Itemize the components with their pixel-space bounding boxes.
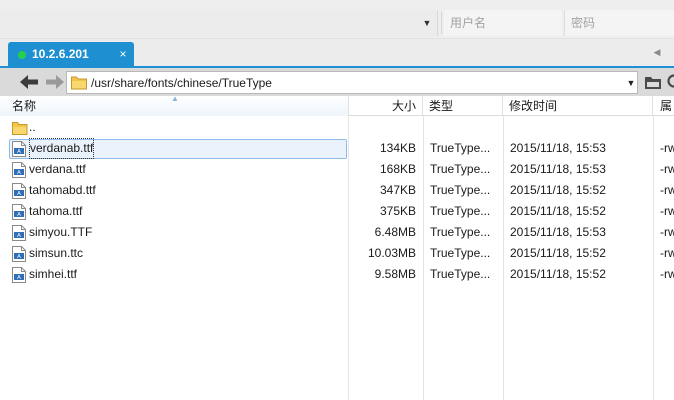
session-tab-label: 10.2.6.201: [32, 47, 89, 61]
file-row[interactable]: A tahomabd.ttf 347KB TrueType... 2015/11…: [0, 180, 674, 201]
file-modified-time: 2015/11/18, 15:53: [510, 225, 606, 239]
folder-open-icon[interactable]: [644, 74, 662, 90]
connected-status-icon: [18, 51, 26, 59]
font-file-icon: A: [12, 267, 26, 283]
file-name: tahomabd.ttf: [29, 183, 96, 197]
file-modified-time: 2015/11/18, 15:52: [510, 246, 606, 260]
file-type: TrueType...: [430, 141, 491, 155]
file-row[interactable]: A tahoma.ttf 375KB TrueType... 2015/11/1…: [0, 201, 674, 222]
host-dropdown-arrow-icon[interactable]: ▼: [420, 13, 434, 33]
file-attributes: -rw: [660, 267, 674, 281]
svg-text:A: A: [17, 170, 21, 176]
username-input[interactable]: 用户名: [444, 10, 562, 36]
svg-text:A: A: [17, 212, 21, 218]
column-header-attributes[interactable]: 属性: [653, 96, 674, 133]
close-tab-icon[interactable]: ×: [116, 42, 130, 67]
session-tab-strip: 10.2.6.201 × ◀: [0, 38, 674, 67]
host-input[interactable]: [0, 10, 438, 36]
path-input[interactable]: /usr/share/fonts/chinese/TrueType ▼: [66, 71, 638, 94]
file-type: TrueType...: [430, 204, 491, 218]
font-file-icon: A: [12, 162, 26, 178]
file-name: verdana.ttf: [29, 162, 86, 176]
file-attributes: -rw: [660, 204, 674, 218]
font-file-icon: A: [12, 183, 26, 199]
font-file-icon: A: [12, 204, 26, 220]
file-size: 347KB: [379, 183, 416, 197]
file-attributes: -rw: [660, 141, 674, 155]
file-type: TrueType...: [430, 183, 491, 197]
file-size: 168KB: [379, 162, 416, 176]
file-name: verdanab.ttf: [29, 138, 95, 159]
current-path-text: /usr/share/fonts/chinese/TrueType: [91, 76, 272, 90]
svg-text:A: A: [17, 275, 21, 281]
file-name: ..: [29, 120, 36, 134]
column-header-modified[interactable]: 修改时间: [503, 96, 653, 116]
file-list-header: 名称 ▲ 大小 类型 修改时间 属性: [0, 94, 674, 133]
file-size: 134KB: [379, 141, 416, 155]
file-attributes: -rw: [660, 183, 674, 197]
svg-text:A: A: [17, 191, 21, 197]
column-header-name[interactable]: 名称 ▲: [0, 94, 349, 116]
file-type: TrueType...: [430, 267, 491, 281]
folder-icon: [12, 120, 28, 136]
search-icon[interactable]: [666, 74, 674, 90]
file-size: 6.48MB: [374, 225, 416, 239]
file-row[interactable]: A verdana.ttf 168KB TrueType... 2015/11/…: [0, 159, 674, 180]
font-file-icon: A: [12, 141, 26, 157]
file-size: 9.58MB: [374, 267, 416, 281]
column-header-size[interactable]: 大小: [349, 96, 423, 116]
scroll-tabs-left-icon[interactable]: ◀: [650, 41, 664, 63]
file-row[interactable]: A simyou.TTF 6.48MB TrueType... 2015/11/…: [0, 222, 674, 243]
folder-icon: [71, 75, 87, 90]
font-file-icon: A: [12, 225, 26, 241]
file-name: simsun.ttc: [29, 246, 84, 260]
path-toolbar: /usr/share/fonts/chinese/TrueType ▼: [0, 66, 674, 96]
file-size: 10.03MB: [367, 246, 416, 260]
forward-arrow-icon[interactable]: [44, 72, 66, 92]
password-input[interactable]: 密码: [564, 10, 674, 36]
file-row[interactable]: A simsun.ttc 10.03MB TrueType... 2015/11…: [0, 243, 674, 264]
svg-text:A: A: [17, 254, 21, 260]
file-modified-time: 2015/11/18, 15:52: [510, 267, 606, 281]
sort-ascending-icon: ▲: [171, 94, 179, 103]
file-name: simhei.ttf: [29, 267, 78, 281]
connection-bar: ▼ 用户名 密码: [0, 0, 674, 38]
file-name: simyou.TTF: [29, 225, 93, 239]
file-type: TrueType...: [430, 162, 491, 176]
file-row[interactable]: A simhei.ttf 9.58MB TrueType... 2015/11/…: [0, 264, 674, 285]
back-arrow-icon[interactable]: [18, 72, 40, 92]
file-attributes: -rw: [660, 162, 674, 176]
file-attributes: -rw: [660, 225, 674, 239]
file-modified-time: 2015/11/18, 15:53: [510, 141, 606, 155]
divider: [441, 12, 442, 34]
file-modified-time: 2015/11/18, 15:52: [510, 183, 606, 197]
path-dropdown-arrow-icon[interactable]: ▼: [625, 72, 637, 94]
font-file-icon: A: [12, 246, 26, 262]
svg-text:A: A: [17, 149, 21, 155]
file-attributes: -rw: [660, 246, 674, 260]
file-list: .. A verdanab.ttf 134KB TrueType... 2015…: [0, 116, 674, 400]
column-header-type[interactable]: 类型: [423, 96, 503, 116]
column-header-name-label: 名称: [12, 99, 37, 113]
file-type: TrueType...: [430, 225, 491, 239]
parent-directory-row[interactable]: ..: [0, 117, 674, 138]
session-tab[interactable]: 10.2.6.201 ×: [8, 42, 134, 67]
file-name: tahoma.ttf: [29, 204, 83, 218]
file-modified-time: 2015/11/18, 15:52: [510, 204, 606, 218]
file-modified-time: 2015/11/18, 15:53: [510, 162, 606, 176]
file-size: 375KB: [379, 204, 416, 218]
file-row-selected[interactable]: A verdanab.ttf 134KB TrueType... 2015/11…: [0, 138, 674, 159]
svg-text:A: A: [17, 233, 21, 239]
file-type: TrueType...: [430, 246, 491, 260]
